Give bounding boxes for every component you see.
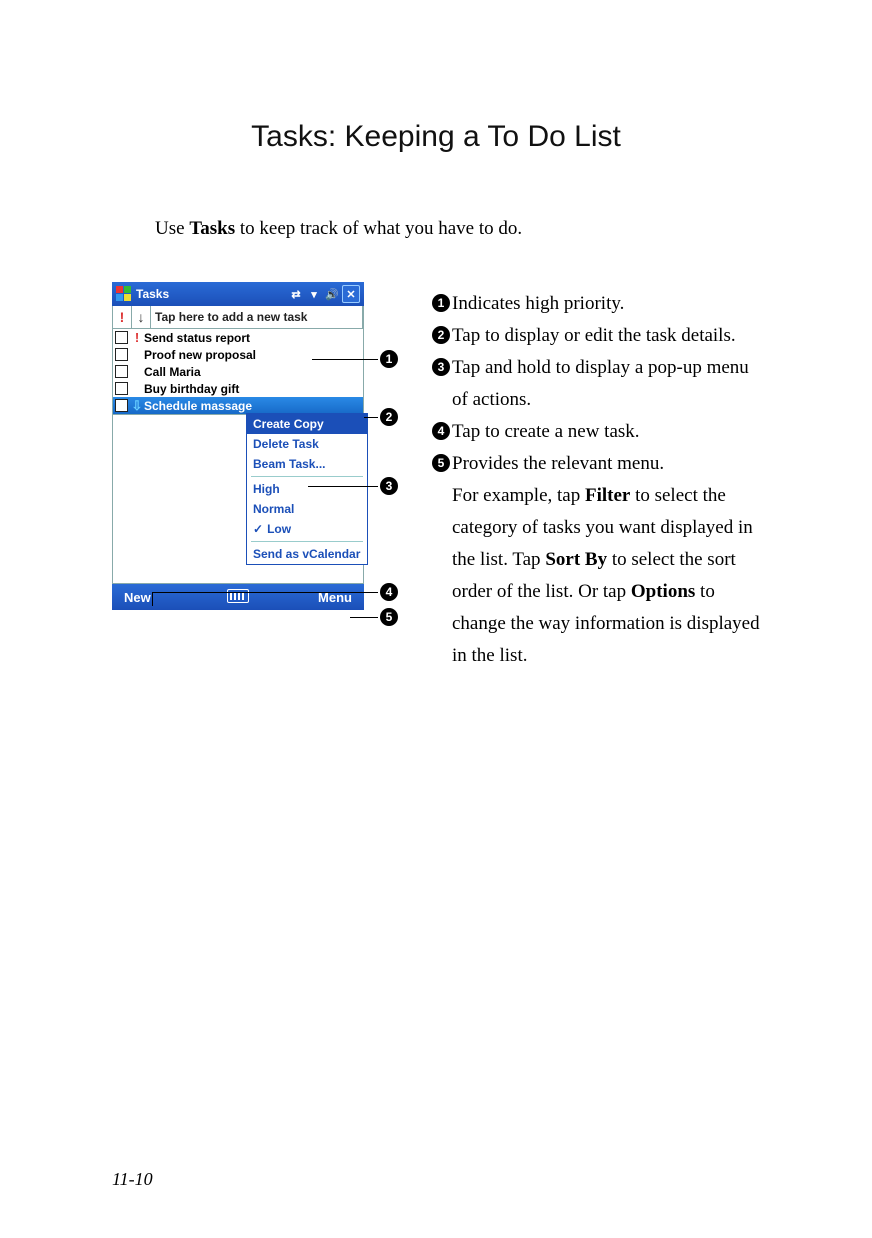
task-name: Call Maria [144, 365, 363, 379]
start-flag-icon[interactable] [116, 286, 132, 302]
explain-5-line1: Provides the relevant menu. [452, 453, 664, 474]
page-number: 11-10 [112, 1169, 153, 1190]
explain-num-3: 3 [432, 358, 450, 376]
menubar-new[interactable]: New [112, 590, 218, 605]
explain-text-5: Provides the relevant menu. For example,… [452, 448, 762, 672]
explain-5-a: For example, tap [452, 485, 585, 506]
task-name: Proof new proposal [144, 348, 363, 362]
task-checkbox[interactable] [115, 331, 128, 344]
explain-5-options: Options [631, 581, 695, 602]
explain-text-4: Tap to create a new task. [452, 416, 762, 448]
task-priority-icon: ! [130, 330, 144, 345]
explain-text-2: Tap to display or edit the task details. [452, 320, 762, 352]
callout-bubble-5: 5 [380, 608, 398, 626]
task-row[interactable]: Buy birthday gift [113, 380, 363, 397]
device-figure: Tasks ⇄ ▾ 🔊 ✕ ! ↓ Tap here to add a new … [112, 282, 408, 610]
task-checkbox[interactable] [115, 382, 128, 395]
menu-priority-low[interactable]: Low [247, 519, 367, 539]
explain-text-3: Tap and hold to display a pop-up menu of… [452, 352, 762, 416]
task-priority-low-icon: ⇩ [130, 398, 144, 414]
task-row[interactable]: Call Maria [113, 363, 363, 380]
keyboard-icon[interactable] [218, 589, 258, 606]
header-priority-col[interactable]: ! [113, 306, 132, 328]
explain-text-1: Indicates high priority. [452, 288, 762, 320]
intro-pre: Use [155, 218, 189, 239]
explain-num-2: 2 [432, 326, 450, 344]
task-row[interactable]: Proof new proposal [113, 346, 363, 363]
task-checkbox[interactable] [115, 399, 128, 412]
explain-5-filter: Filter [585, 485, 630, 506]
explanation-column: 1 Indicates high priority. 2 Tap to disp… [432, 288, 762, 672]
task-row-selected[interactable]: ⇩ Schedule massage [113, 397, 363, 414]
menu-separator [251, 541, 363, 542]
device-screen: Tasks ⇄ ▾ 🔊 ✕ ! ↓ Tap here to add a new … [112, 282, 364, 610]
explain-5-sortby: Sort By [545, 549, 607, 570]
task-header-row: ! ↓ Tap here to add a new task [112, 306, 364, 329]
task-name: Send status report [144, 331, 363, 345]
titlebar: Tasks ⇄ ▾ 🔊 ✕ [112, 282, 364, 306]
close-icon[interactable]: ✕ [342, 285, 360, 303]
menu-beam-task[interactable]: Beam Task... [247, 454, 367, 474]
add-new-task-field[interactable]: Tap here to add a new task [151, 306, 363, 328]
intro-post: to keep track of what you have to do. [235, 218, 522, 239]
volume-icon[interactable]: 🔊 [324, 286, 340, 302]
explain-num-5: 5 [432, 454, 450, 472]
task-name: Buy birthday gift [144, 382, 363, 396]
titlebar-text: Tasks [136, 287, 169, 301]
task-row[interactable]: ! Send status report [113, 329, 363, 346]
signal-icon[interactable]: ▾ [306, 286, 322, 302]
task-list: ! Send status report Proof new proposal … [112, 329, 364, 415]
intro-text: Use Tasks to keep track of what you have… [155, 218, 522, 240]
task-name: Schedule massage [144, 399, 363, 413]
header-sort-col[interactable]: ↓ [132, 306, 151, 328]
menu-priority-normal[interactable]: Normal [247, 499, 367, 519]
menubar-menu[interactable]: Menu [258, 590, 364, 605]
menu-create-copy[interactable]: Create Copy [247, 414, 367, 434]
task-checkbox[interactable] [115, 348, 128, 361]
menu-separator [251, 476, 363, 477]
context-menu: Create Copy Delete Task Beam Task... Hig… [246, 413, 368, 565]
task-checkbox[interactable] [115, 365, 128, 378]
menu-delete-task[interactable]: Delete Task [247, 434, 367, 454]
connectivity-icon[interactable]: ⇄ [288, 286, 304, 302]
explain-num-1: 1 [432, 294, 450, 312]
explain-num-4: 4 [432, 422, 450, 440]
page-title: Tasks: Keeping a To Do List [0, 120, 872, 154]
menubar: New Menu [112, 584, 364, 610]
menu-priority-high[interactable]: High [247, 479, 367, 499]
menu-send-vcalendar[interactable]: Send as vCalendar [247, 544, 367, 564]
intro-bold: Tasks [189, 218, 235, 239]
